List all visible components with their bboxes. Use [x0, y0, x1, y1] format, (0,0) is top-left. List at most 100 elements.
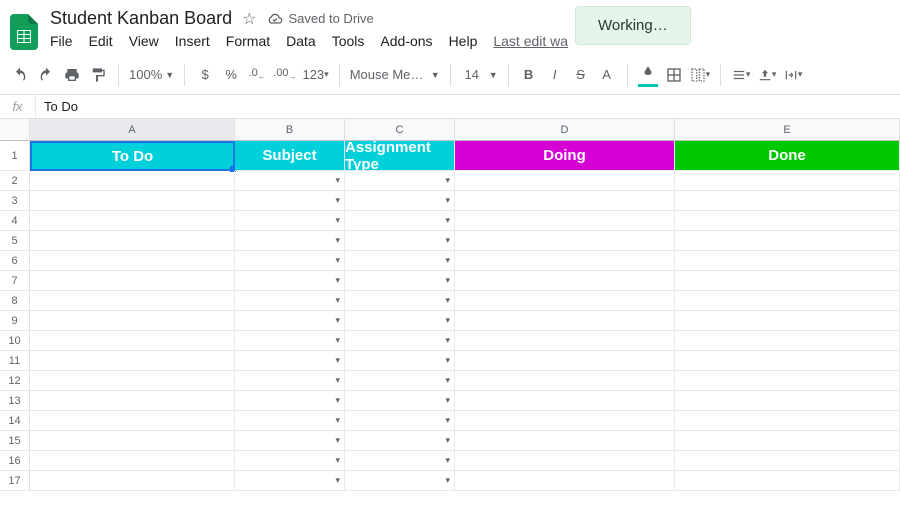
strikethrough-button[interactable]: S	[571, 63, 591, 87]
dropdown-arrow-icon[interactable]: ▾	[335, 235, 340, 246]
row-header[interactable]: 5	[0, 231, 30, 251]
row-header[interactable]: 1	[0, 141, 30, 171]
cell-E2[interactable]	[675, 171, 900, 191]
saved-to-drive[interactable]: Saved to Drive	[267, 11, 374, 27]
cell-B2[interactable]: ▾	[235, 171, 345, 191]
cell-A11[interactable]	[30, 351, 235, 371]
dropdown-arrow-icon[interactable]: ▾	[335, 195, 340, 206]
cell-A5[interactable]	[30, 231, 235, 251]
last-edit-link[interactable]: Last edit wa	[493, 33, 568, 49]
more-formats-button[interactable]: 123▾	[302, 63, 328, 87]
cell-B14[interactable]: ▾	[235, 411, 345, 431]
dropdown-arrow-icon[interactable]: ▾	[445, 215, 450, 226]
increase-decimal-button[interactable]: .00→	[273, 63, 296, 87]
cell-E7[interactable]	[675, 271, 900, 291]
redo-button[interactable]	[36, 63, 56, 87]
row-header[interactable]: 3	[0, 191, 30, 211]
row-header[interactable]: 8	[0, 291, 30, 311]
paint-format-button[interactable]	[88, 63, 108, 87]
column-header[interactable]: D	[455, 119, 675, 141]
cell-B11[interactable]: ▾	[235, 351, 345, 371]
cell-A16[interactable]	[30, 451, 235, 471]
cell-D9[interactable]	[455, 311, 675, 331]
cell-B1[interactable]: Subject	[235, 141, 345, 171]
dropdown-arrow-icon[interactable]: ▾	[445, 235, 450, 246]
cell-A7[interactable]	[30, 271, 235, 291]
cell-E10[interactable]	[675, 331, 900, 351]
cell-B4[interactable]: ▾	[235, 211, 345, 231]
dropdown-arrow-icon[interactable]: ▾	[335, 255, 340, 266]
column-header[interactable]: B	[235, 119, 345, 141]
font-family-select[interactable]: Mouse Me…▼	[350, 67, 440, 82]
cell-B16[interactable]: ▾	[235, 451, 345, 471]
print-button[interactable]	[62, 63, 82, 87]
cell-A10[interactable]	[30, 331, 235, 351]
cell-B6[interactable]: ▾	[235, 251, 345, 271]
cell-C17[interactable]: ▾	[345, 471, 455, 491]
formula-input[interactable]: To Do	[36, 99, 900, 114]
menu-format[interactable]: Format	[226, 33, 270, 49]
dropdown-arrow-icon[interactable]: ▾	[445, 315, 450, 326]
cell-D3[interactable]	[455, 191, 675, 211]
dropdown-arrow-icon[interactable]: ▾	[335, 475, 340, 486]
cell-D2[interactable]	[455, 171, 675, 191]
cell-E11[interactable]	[675, 351, 900, 371]
column-header[interactable]: A	[30, 119, 235, 141]
cell-A12[interactable]	[30, 371, 235, 391]
row-header[interactable]: 9	[0, 311, 30, 331]
cell-D8[interactable]	[455, 291, 675, 311]
cell-D13[interactable]	[455, 391, 675, 411]
dropdown-arrow-icon[interactable]: ▾	[445, 395, 450, 406]
cell-B7[interactable]: ▾	[235, 271, 345, 291]
dropdown-arrow-icon[interactable]: ▾	[445, 175, 450, 186]
row-header[interactable]: 11	[0, 351, 30, 371]
cell-D4[interactable]	[455, 211, 675, 231]
cell-C16[interactable]: ▾	[345, 451, 455, 471]
dropdown-arrow-icon[interactable]: ▾	[445, 335, 450, 346]
vertical-align-button[interactable]: ▾	[757, 63, 777, 87]
borders-button[interactable]	[664, 63, 684, 87]
cell-A17[interactable]	[30, 471, 235, 491]
fx-icon[interactable]: fx	[0, 95, 36, 118]
zoom-select[interactable]: 100%▼	[129, 67, 174, 82]
cell-C9[interactable]: ▾	[345, 311, 455, 331]
cell-E6[interactable]	[675, 251, 900, 271]
bold-button[interactable]: B	[519, 63, 539, 87]
select-all-corner[interactable]	[0, 119, 30, 141]
row-header[interactable]: 14	[0, 411, 30, 431]
cell-C7[interactable]: ▾	[345, 271, 455, 291]
menu-file[interactable]: File	[50, 33, 73, 49]
dropdown-arrow-icon[interactable]: ▾	[335, 375, 340, 386]
menu-edit[interactable]: Edit	[89, 33, 113, 49]
cell-D17[interactable]	[455, 471, 675, 491]
cell-D7[interactable]	[455, 271, 675, 291]
cell-D6[interactable]	[455, 251, 675, 271]
row-header[interactable]: 13	[0, 391, 30, 411]
cell-D14[interactable]	[455, 411, 675, 431]
cell-A8[interactable]	[30, 291, 235, 311]
cell-B8[interactable]: ▾	[235, 291, 345, 311]
cell-A3[interactable]	[30, 191, 235, 211]
cell-C6[interactable]: ▾	[345, 251, 455, 271]
cell-C14[interactable]: ▾	[345, 411, 455, 431]
row-header[interactable]: 10	[0, 331, 30, 351]
cell-A15[interactable]	[30, 431, 235, 451]
dropdown-arrow-icon[interactable]: ▾	[335, 335, 340, 346]
row-header[interactable]: 4	[0, 211, 30, 231]
dropdown-arrow-icon[interactable]: ▾	[335, 315, 340, 326]
merge-cells-button[interactable]: ▾	[690, 63, 711, 87]
cell-B5[interactable]: ▾	[235, 231, 345, 251]
format-currency-button[interactable]: $	[195, 63, 215, 87]
dropdown-arrow-icon[interactable]: ▾	[335, 435, 340, 446]
dropdown-arrow-icon[interactable]: ▾	[445, 275, 450, 286]
cell-A6[interactable]	[30, 251, 235, 271]
cell-B13[interactable]: ▾	[235, 391, 345, 411]
cell-A14[interactable]	[30, 411, 235, 431]
cell-D12[interactable]	[455, 371, 675, 391]
star-icon[interactable]: ☆	[242, 9, 256, 29]
menu-data[interactable]: Data	[286, 33, 316, 49]
cell-E5[interactable]	[675, 231, 900, 251]
cell-C15[interactable]: ▾	[345, 431, 455, 451]
dropdown-arrow-icon[interactable]: ▾	[445, 295, 450, 306]
cell-E12[interactable]	[675, 371, 900, 391]
